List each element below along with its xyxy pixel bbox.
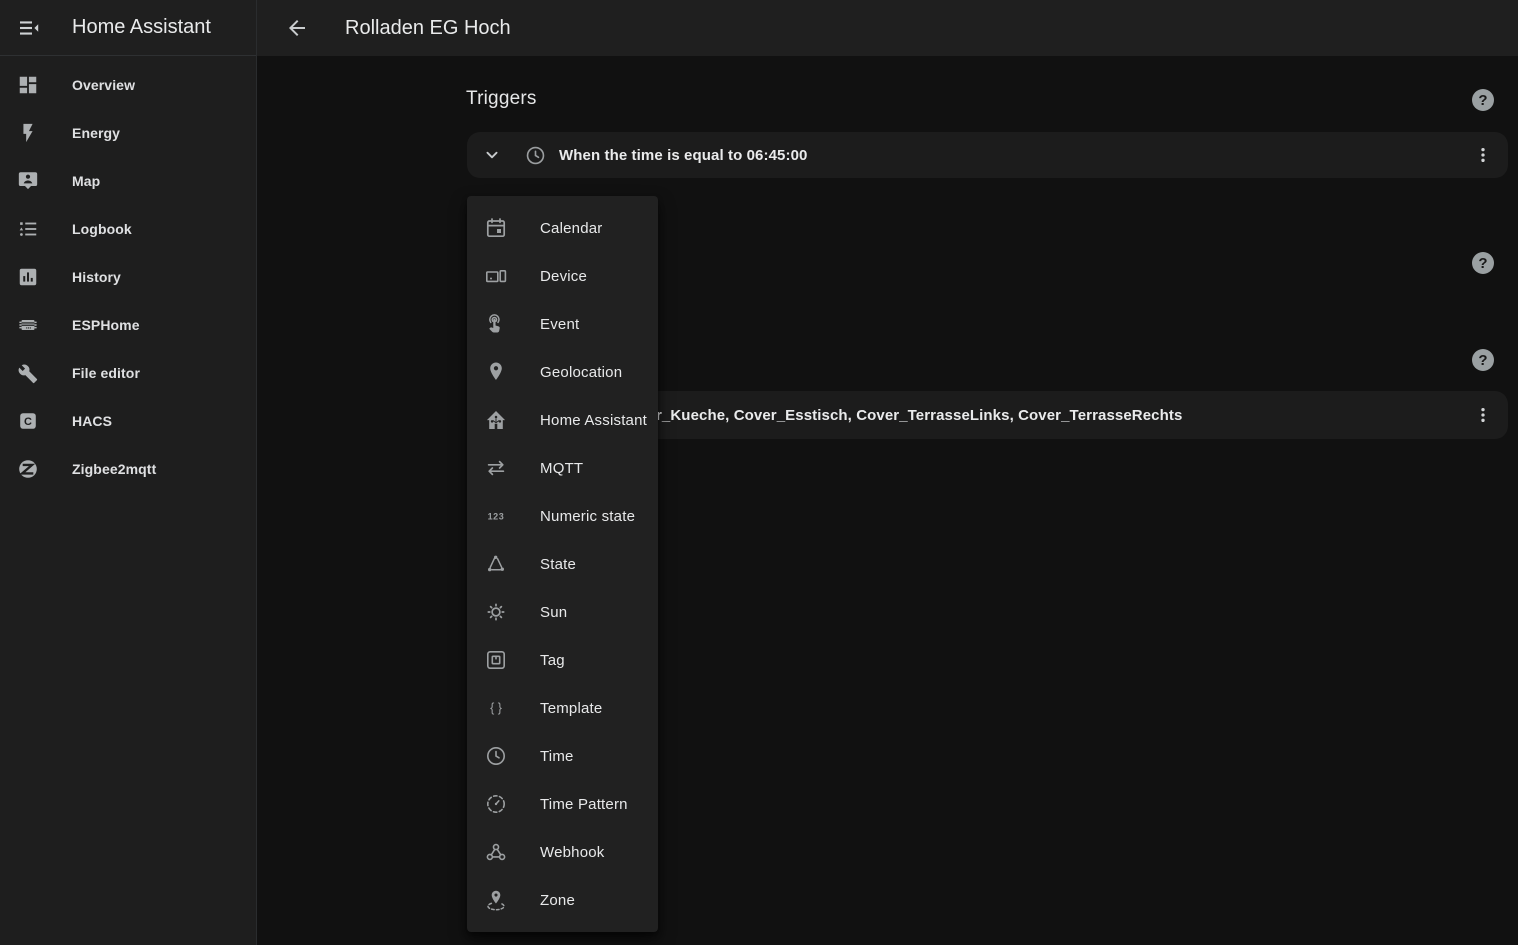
sidebar-nav: Overview Energy Map [0, 56, 256, 493]
format-list-bulleted-icon [16, 217, 40, 241]
menu-item-label: Device [540, 268, 587, 285]
dots-vertical-icon[interactable] [1471, 143, 1495, 167]
sidebar-item-label: Logbook [72, 221, 132, 237]
menu-item-state[interactable]: State [467, 540, 658, 588]
menu-item-label: State [540, 556, 576, 573]
map-marker-icon [484, 360, 508, 384]
menu-item-label: Tag [540, 652, 565, 669]
trigger-type-menu: Calendar Device Event Geolocation [467, 196, 658, 932]
help-circle-icon[interactable]: ? [1472, 252, 1494, 274]
trigger-summary: When the time is equal to 06:45:00 [559, 147, 807, 164]
clock-outline-icon [484, 744, 508, 768]
sidebar-item-map[interactable]: Map [0, 157, 256, 205]
sidebar-item-label: History [72, 269, 121, 285]
gesture-double-tap-icon [484, 312, 508, 336]
menu-item-sun[interactable]: Sun [467, 588, 658, 636]
help-circle-icon[interactable]: ? [1472, 349, 1494, 371]
home-assistant-icon [484, 408, 508, 432]
sidebar-item-label: Energy [72, 125, 120, 141]
sidebar-item-overview[interactable]: Overview [0, 61, 256, 109]
menu-item-label: MQTT [540, 460, 583, 477]
lightning-bolt-icon [16, 121, 40, 145]
chart-box-icon [16, 265, 40, 289]
zigbee-icon [16, 457, 40, 481]
sidebar: Home Assistant Overview Energy [0, 0, 257, 945]
trigger-row[interactable]: When the time is equal to 06:45:00 [467, 132, 1508, 178]
sidebar-item-label: ESPHome [72, 317, 140, 333]
menu-item-time-pattern[interactable]: Time Pattern [467, 780, 658, 828]
sun-icon [484, 600, 508, 624]
sidebar-item-energy[interactable]: Energy [0, 109, 256, 157]
menu-item-label: Home Assistant [540, 412, 647, 429]
menu-item-event[interactable]: Event [467, 300, 658, 348]
sidebar-item-history[interactable]: History [0, 253, 256, 301]
svg-text:{ }: { } [490, 701, 502, 715]
menu-item-geolocation[interactable]: Geolocation [467, 348, 658, 396]
menu-item-label: Event [540, 316, 579, 333]
menu-item-calendar[interactable]: Calendar [467, 204, 658, 252]
menu-item-zone[interactable]: Zone [467, 876, 658, 924]
nfc-tag-icon [484, 648, 508, 672]
sidebar-item-label: HACS [72, 413, 112, 429]
clock-pattern-icon [484, 792, 508, 816]
sidebar-item-hacs[interactable]: C HACS [0, 397, 256, 445]
app-title: Home Assistant [72, 16, 211, 39]
view-dashboard-icon [16, 73, 40, 97]
page-title: Rolladen EG Hoch [345, 17, 511, 40]
menu-item-label: Numeric state [540, 508, 635, 525]
sidebar-item-zigbee2mqtt[interactable]: Zigbee2mqtt [0, 445, 256, 493]
triggers-heading: Triggers [466, 88, 537, 110]
map-marker-radius-icon [484, 888, 508, 912]
devices-icon [484, 264, 508, 288]
tooltip-account-icon [16, 169, 40, 193]
menu-item-device[interactable]: Device [467, 252, 658, 300]
sidebar-item-label: File editor [72, 365, 140, 381]
arrow-left-icon[interactable] [277, 8, 317, 48]
sidebar-item-label: Map [72, 173, 100, 189]
sidebar-item-logbook[interactable]: Logbook [0, 205, 256, 253]
chevron-down-icon[interactable] [481, 144, 503, 166]
menu-item-template[interactable]: { } Template [467, 684, 658, 732]
menu-item-label: Sun [540, 604, 567, 621]
svg-text:C: C [24, 416, 32, 428]
sidebar-item-label: Overview [72, 77, 135, 93]
menu-item-tag[interactable]: Tag [467, 636, 658, 684]
menu-open-icon[interactable] [9, 8, 49, 48]
sidebar-item-label: Zigbee2mqtt [72, 461, 156, 477]
menu-item-label: Geolocation [540, 364, 622, 381]
webhook-icon [484, 840, 508, 864]
menu-item-label: Template [540, 700, 602, 717]
menu-item-webhook[interactable]: Webhook [467, 828, 658, 876]
menu-item-label: Time Pattern [540, 796, 628, 813]
calendar-icon [484, 216, 508, 240]
chip-icon [16, 313, 40, 337]
menu-item-numeric-state[interactable]: 123 Numeric state [467, 492, 658, 540]
dots-vertical-icon[interactable] [1471, 403, 1495, 427]
svg-text:123: 123 [488, 511, 505, 521]
wrench-icon [16, 361, 40, 385]
hacs-icon: C [16, 409, 40, 433]
help-circle-icon[interactable]: ? [1472, 89, 1494, 111]
numeric-123-icon: 123 [484, 504, 508, 528]
sidebar-item-esphome[interactable]: ESPHome [0, 301, 256, 349]
state-machine-icon [484, 552, 508, 576]
action-summary-partial: r_Kueche, Cover_Esstisch, Cover_Terrasse… [656, 407, 1182, 424]
menu-item-label: Calendar [540, 220, 602, 237]
clock-icon [523, 143, 547, 167]
sidebar-item-file-editor[interactable]: File editor [0, 349, 256, 397]
menu-item-label: Webhook [540, 844, 605, 861]
topbar: Rolladen EG Hoch [257, 0, 1518, 56]
menu-item-label: Zone [540, 892, 575, 909]
code-braces-icon: { } [484, 696, 508, 720]
menu-item-mqtt[interactable]: MQTT [467, 444, 658, 492]
menu-item-home-assistant[interactable]: Home Assistant [467, 396, 658, 444]
sidebar-header: Home Assistant [0, 0, 256, 56]
menu-item-time[interactable]: Time [467, 732, 658, 780]
menu-item-label: Time [540, 748, 574, 765]
swap-horizontal-icon [484, 456, 508, 480]
